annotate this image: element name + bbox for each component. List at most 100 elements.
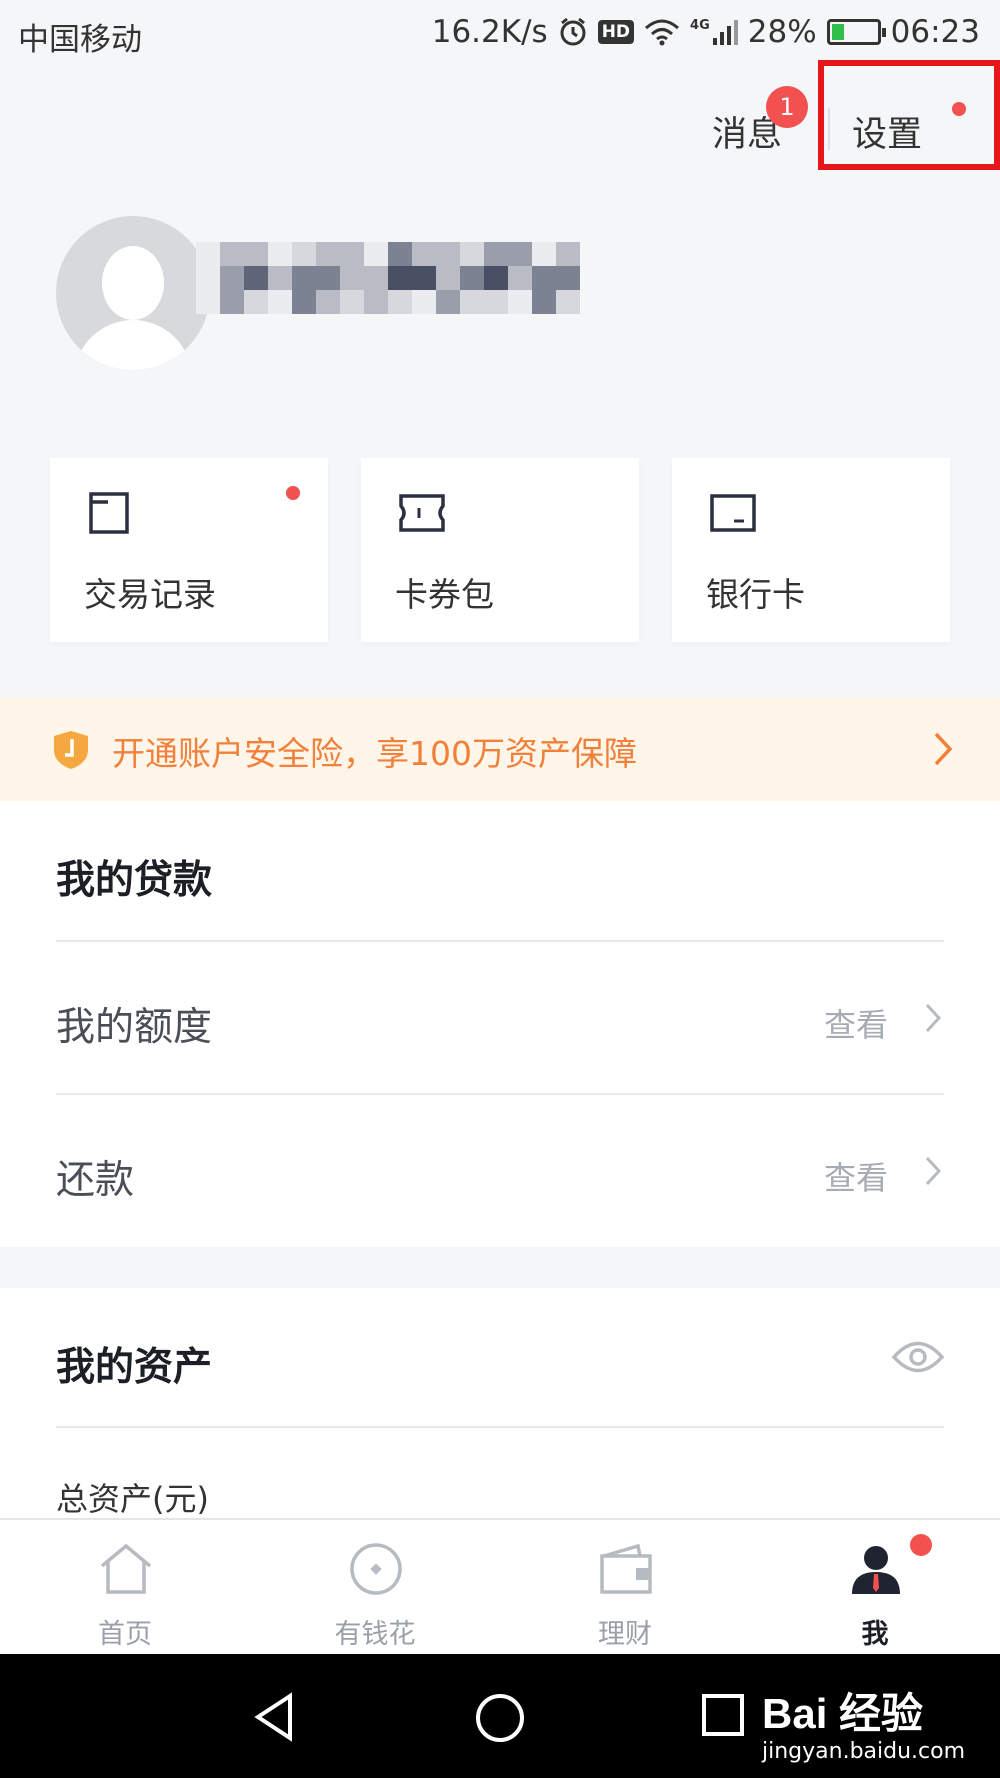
messages-badge: 1 [766,86,808,128]
mosaic-cell [556,290,580,314]
mosaic-cell [460,290,484,314]
home-circle-icon[interactable] [474,1692,526,1744]
quick-action-label: 银行卡 [706,575,805,614]
wifi-icon [644,18,680,46]
mosaic-cell [268,266,292,290]
ticket-icon [399,494,445,532]
mosaic-cell [412,266,436,290]
banner-text: 开通账户安全险，享100万资产保障 [112,734,637,773]
mosaic-cell [268,242,292,266]
mosaic-cell [244,290,268,314]
notification-dot [286,486,300,500]
cellular-signal-icon: 4G [690,18,738,46]
avatar[interactable] [56,216,210,370]
mosaic-cell [340,242,364,266]
mosaic-cell [436,266,460,290]
mosaic-cell [364,266,388,290]
watermark-url: jingyan.baidu.com [762,1739,966,1764]
mosaic-cell [508,266,532,290]
mosaic-cell [340,290,364,314]
status-icons: 16.2K/s HD 4G 28% 06:23 [432,14,980,50]
mosaic-cell [388,290,412,314]
tab-bar: 首页 有钱花 理财 我 [0,1518,1000,1654]
mosaic-cell [436,290,460,314]
section-title: 我的贷款 [56,858,213,903]
mosaic-cell [532,290,556,314]
tab-borrow[interactable]: 有钱花 [250,1520,500,1656]
baidu-watermark: Bai 经验 jingyan.baidu.com [762,1680,965,1764]
quick-action-label: 卡券包 [395,575,494,614]
mosaic-cell [220,290,244,314]
chevron-right-icon [934,732,953,766]
avatar-head-shape [102,246,164,320]
mosaic-cell [364,290,388,314]
mosaic-cell [508,290,532,314]
mosaic-cell [412,242,436,266]
quick-action-coupons[interactable]: 卡券包 [361,458,639,642]
list-item-repayment[interactable]: 还款 查看 [0,1095,1000,1247]
chevron-right-icon [925,1156,942,1186]
network-speed: 16.2K/s [431,14,548,50]
mosaic-cell [316,242,340,266]
battery-percent: 28% [747,14,817,50]
quick-action-label: 交易记录 [84,575,216,614]
tab-label: 理财 [598,1619,652,1650]
mosaic-cell [196,242,220,266]
mosaic-cell [196,266,220,290]
clock: 06:23 [890,14,980,50]
mosaic-cell [196,290,220,314]
list-item-credit-limit[interactable]: 我的额度 查看 [0,942,1000,1094]
mosaic-cell [340,266,364,290]
mosaic-cell [508,242,532,266]
coin-icon [350,1543,402,1595]
assets-section: 我的资产 总资产(元) [0,1288,1000,1518]
eye-icon[interactable] [892,1338,944,1376]
mosaic-cell [532,266,556,290]
mosaic-cell [460,266,484,290]
quick-action-transactions[interactable]: 交易记录 [50,458,328,642]
profile-icon [852,1546,900,1594]
alarm-icon [558,17,588,47]
mosaic-cell [556,266,580,290]
mosaic-cell [388,242,412,266]
recents-icon[interactable] [700,1692,746,1738]
chevron-right-icon [925,1003,942,1033]
section-title: 我的资产 [56,1345,213,1390]
home-icon [100,1543,152,1594]
mosaic-cell [532,242,556,266]
tab-wealth[interactable]: 理财 [500,1520,750,1656]
mosaic-cell [316,266,340,290]
mosaic-cell [436,242,460,266]
mosaic-cell [484,266,508,290]
mosaic-cell [364,242,388,266]
view-link[interactable]: 查看 [824,1153,888,1199]
mosaic-cell [484,290,508,314]
watermark-brand: Bai 经验 [762,1690,924,1737]
back-icon[interactable] [250,1692,300,1742]
mosaic-cell [244,242,268,266]
mosaic-cell [220,266,244,290]
mosaic-cell [388,266,412,290]
row-label: 我的额度 [56,1005,213,1050]
mosaic-cell [556,242,580,266]
loans-section: 我的贷款 我的额度 查看 还款 查看 [0,801,1000,1247]
carrier-name: 中国移动 [18,22,142,58]
mosaic-cell [268,290,292,314]
total-assets-label: 总资产(元) [56,1480,209,1518]
insurance-banner[interactable]: 开通账户安全险，享100万资产保障 [0,697,1000,801]
mosaic-cell [484,242,508,266]
username-mosaic [196,242,580,314]
quick-action-bank-cards[interactable]: 银行卡 [672,458,950,642]
mosaic-cell [292,242,316,266]
network-type: 4G [690,18,710,33]
bank-card-icon [710,494,756,532]
tab-label: 我 [861,1619,889,1650]
document-icon [89,492,129,534]
tab-home[interactable]: 首页 [0,1520,250,1656]
mosaic-cell [412,290,436,314]
tab-me[interactable]: 我 [750,1520,1000,1656]
settings-highlight-box [818,60,1000,170]
view-link[interactable]: 查看 [824,1000,888,1046]
wallet-icon [600,1543,652,1594]
mosaic-cell [460,242,484,266]
